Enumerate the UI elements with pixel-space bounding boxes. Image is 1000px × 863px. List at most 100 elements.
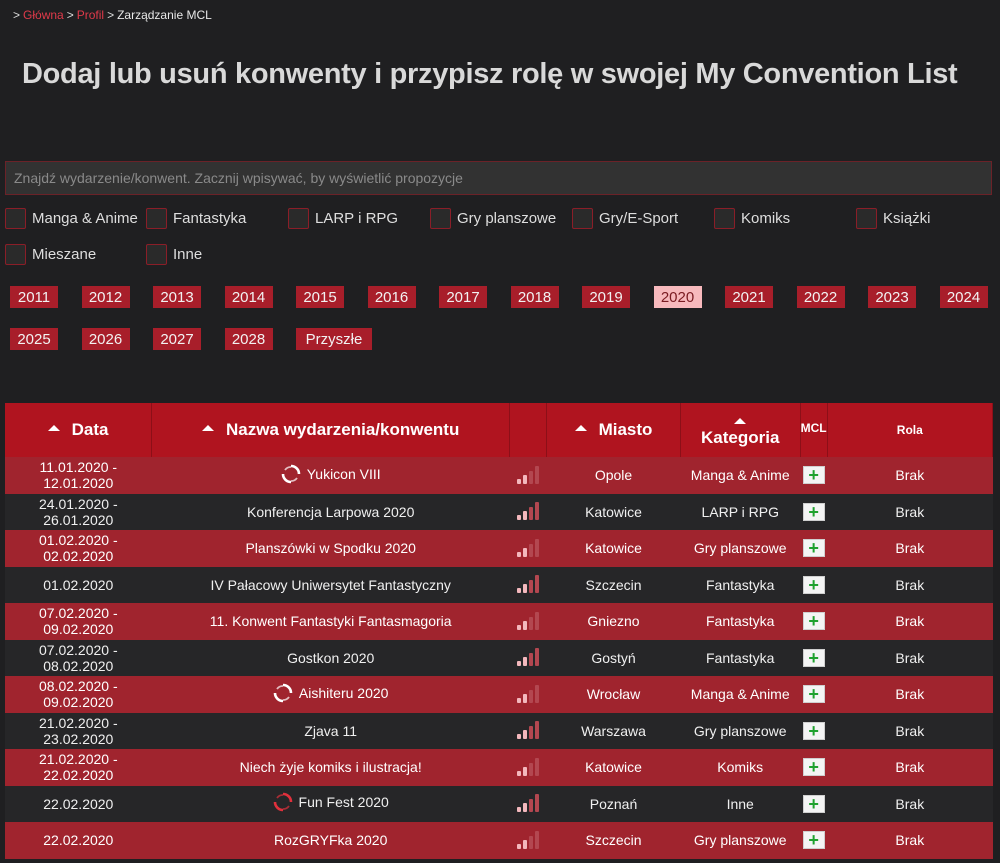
add-to-mcl-button[interactable]: + xyxy=(802,758,825,777)
year-filter-button[interactable]: 2022 xyxy=(796,286,845,308)
breadcrumb: > Główna > Profil > Zarządzanie MCL xyxy=(10,8,212,22)
event-name-link[interactable]: Planszówki w Spodku 2020 xyxy=(245,540,415,556)
popularity-cell xyxy=(510,603,547,640)
year-filter-button[interactable]: 2019 xyxy=(582,286,630,308)
year-filter-button[interactable]: Przyszłe xyxy=(296,328,372,350)
sort-date-header[interactable]: Data xyxy=(5,403,153,457)
category-cell: Gry planszowe xyxy=(693,540,787,557)
search-input[interactable] xyxy=(5,161,992,195)
name-cell: RozGRYFka 2020 xyxy=(152,822,510,859)
event-name-link[interactable]: Zjava 11 xyxy=(304,723,357,739)
add-to-mcl-button[interactable]: + xyxy=(802,466,825,485)
category-checkbox[interactable] xyxy=(5,207,26,229)
add-to-mcl-button[interactable]: + xyxy=(802,612,825,631)
year-filter-button[interactable]: 2014 xyxy=(224,286,273,308)
category-cell: Manga & Anime xyxy=(690,467,790,484)
breadcrumb-home-link[interactable]: Główna xyxy=(23,8,64,22)
signal-bars-icon xyxy=(517,683,540,703)
category-filter-item[interactable]: Gry planszowe xyxy=(430,206,556,230)
year-filter-button[interactable]: 2016 xyxy=(367,286,416,308)
page-title: Dodaj lub usuń konwenty i przypisz rolę … xyxy=(22,58,958,90)
add-to-mcl-button[interactable]: + xyxy=(802,831,825,850)
add-to-mcl-button[interactable]: + xyxy=(802,794,825,813)
event-name-link[interactable]: Fun Fest 2020 xyxy=(299,794,389,810)
category-filter-item[interactable]: Komiks xyxy=(714,206,790,230)
category-filter-item[interactable]: LARP i RPG xyxy=(288,206,398,230)
event-name-link[interactable]: 11. Konwent Fantastyki Fantasmagoria xyxy=(210,613,452,629)
category-label: Książki xyxy=(883,209,931,227)
event-name-link[interactable]: Gostkon 2020 xyxy=(287,650,374,666)
mcl-cell: + xyxy=(800,640,827,677)
role-cell: Brak xyxy=(895,795,925,812)
add-to-mcl-button[interactable]: + xyxy=(802,575,825,594)
city-cell: Warszawa xyxy=(581,722,646,739)
breadcrumb-profile-link[interactable]: Profil xyxy=(77,8,104,22)
event-name-link[interactable]: Konferencja Larpowa 2020 xyxy=(247,504,414,520)
year-filter-button[interactable]: 2020 xyxy=(653,286,702,308)
category-checkbox[interactable] xyxy=(572,207,593,229)
category-checkbox[interactable] xyxy=(430,207,451,229)
add-to-mcl-button[interactable]: + xyxy=(802,539,825,558)
sort-arrow-icon xyxy=(202,425,215,431)
add-to-mcl-button[interactable]: + xyxy=(802,502,825,521)
role-cell: Brak xyxy=(895,467,925,484)
event-name-link[interactable]: RozGRYFka 2020 xyxy=(274,832,387,848)
year-filter-button[interactable]: 2017 xyxy=(439,286,487,308)
category-checkbox[interactable] xyxy=(288,207,309,229)
category-filter-item[interactable]: Manga & Anime xyxy=(5,206,138,230)
event-name-link[interactable]: IV Pałacowy Uniwersytet Fantastyczny xyxy=(210,577,450,593)
sort-name-header[interactable]: Nazwa wydarzenia/konwentu xyxy=(151,403,511,457)
year-filter-button[interactable]: 2015 xyxy=(296,286,344,308)
mcl-cell: + xyxy=(800,713,827,750)
category-checkbox[interactable] xyxy=(856,207,877,229)
sort-city-header[interactable]: Miasto xyxy=(546,403,681,457)
role-cell: Brak xyxy=(895,540,925,557)
spinner-icon xyxy=(281,464,301,484)
year-filter-button[interactable]: 2018 xyxy=(510,286,559,308)
table-row: 08.02.2020 - 09.02.2020 Aishiteru 2020 Wro… xyxy=(5,676,993,713)
event-name-link[interactable]: Niech żyje komiks i ilustracja! xyxy=(240,759,422,775)
name-cell: Gostkon 2020 xyxy=(152,640,510,677)
year-filter-button[interactable]: 2024 xyxy=(939,286,988,308)
popularity-cell xyxy=(510,494,547,531)
year-filter-button[interactable]: 2028 xyxy=(224,328,273,350)
year-filter-button[interactable]: 2027 xyxy=(153,328,201,350)
city-cell: Gostyń xyxy=(591,649,636,666)
date-cell: 11.01.2020 - 12.01.2020 xyxy=(39,459,118,492)
signal-bars-icon xyxy=(517,646,540,667)
mcl-cell: + xyxy=(800,457,827,494)
event-name-link[interactable]: Aishiteru 2020 xyxy=(299,685,389,701)
category-checkbox[interactable] xyxy=(146,207,167,229)
year-filter-button[interactable]: 2025 xyxy=(10,328,58,350)
category-filter-item[interactable]: Gry/E-Sport xyxy=(572,206,678,230)
category-cell: Fantastyka xyxy=(705,649,775,666)
category-filter-item[interactable]: Mieszane xyxy=(5,242,96,266)
table-row: 21.02.2020 - 22.02.2020 Niech żyje komiks… xyxy=(5,749,993,786)
signal-bars-icon xyxy=(517,610,540,630)
date-cell: 01.02.2020 xyxy=(43,576,114,593)
year-filter-button[interactable]: 2021 xyxy=(725,286,773,308)
signal-bars-icon xyxy=(517,719,540,740)
year-filter-button[interactable]: 2026 xyxy=(81,328,130,350)
role-cell: Brak xyxy=(895,649,925,666)
year-filter-button[interactable]: 2011 xyxy=(10,286,58,308)
year-filter-button[interactable]: 2023 xyxy=(868,286,916,308)
add-to-mcl-button[interactable]: + xyxy=(802,685,825,704)
event-name-link[interactable]: Yukicon VIII xyxy=(307,466,381,482)
sort-category-header[interactable]: Kategoria xyxy=(680,403,801,457)
mcl-cell: + xyxy=(800,676,827,713)
category-filter-item[interactable]: Fantastyka xyxy=(146,206,246,230)
year-filter-button[interactable]: 2013 xyxy=(153,286,201,308)
category-checkbox[interactable] xyxy=(714,207,735,229)
city-cell: Szczecin xyxy=(585,576,642,593)
category-filter-item[interactable]: Inne xyxy=(146,242,202,266)
category-filter-item[interactable]: Książki xyxy=(856,206,931,230)
add-to-mcl-button[interactable]: + xyxy=(802,721,825,740)
add-to-mcl-button[interactable]: + xyxy=(802,648,825,667)
category-label: Mieszane xyxy=(32,245,97,263)
category-checkbox[interactable] xyxy=(5,243,26,265)
year-filter-button[interactable]: 2012 xyxy=(81,286,130,308)
table-row: 22.02.2020 RozGRYFka 2020 Szczecin Gry plan… xyxy=(5,822,993,859)
category-checkbox[interactable] xyxy=(146,243,167,265)
signal-bars-icon xyxy=(517,573,540,594)
